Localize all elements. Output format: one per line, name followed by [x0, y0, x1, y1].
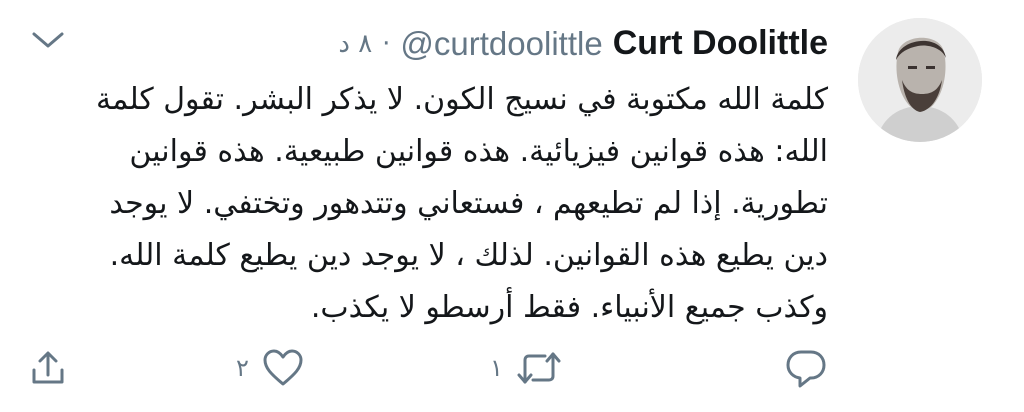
retweet-count: ١	[490, 354, 503, 382]
like-button[interactable]: ٢	[236, 348, 305, 388]
author-name[interactable]: Curt Doolittle	[613, 24, 828, 63]
chevron-down-icon[interactable]	[30, 28, 66, 52]
heart-icon	[263, 349, 303, 386]
tweet-header: ٨ د · @curtdoolittle Curt Doolittle	[338, 24, 828, 63]
tweet-text: كلمة الله مكتوبة في نسيج الكون. لا يذكر …	[28, 74, 828, 334]
timestamp[interactable]: ٨ د	[338, 29, 372, 59]
reply-button[interactable]	[784, 348, 828, 390]
avatar-image	[858, 18, 982, 142]
tweet-card[interactable]: ٨ د · @curtdoolittle Curt Doolittle كلمة…	[0, 0, 1024, 412]
tweet-text-line: وكذب جميع الأنبياء. فقط أرسطو لا يكذب.	[310, 290, 828, 325]
retweet-button[interactable]: ١	[490, 348, 563, 388]
tweet-text-line: دين يطيع هذه القوانين. لذلك ، لا يوجد دي…	[109, 238, 828, 273]
tweet-text-line: تطورية. إذا لم تطيعهم ، فستعاني وتتدهور …	[109, 186, 828, 221]
tweet-text-line: كلمة الله مكتوبة في نسيج الكون. لا يذكر …	[96, 82, 828, 117]
like-count: ٢	[236, 354, 249, 382]
share-icon	[32, 351, 64, 384]
author-handle[interactable]: @curtdoolittle	[400, 25, 602, 63]
action-bar: ٢ ١	[0, 348, 1024, 398]
share-button[interactable]	[28, 348, 68, 388]
retweet-icon	[517, 352, 561, 384]
tweet-text-line: الله: هذه قوانين فيزيائية. هذه قوانين طب…	[129, 134, 828, 169]
avatar[interactable]	[858, 18, 982, 142]
reply-icon	[786, 350, 826, 388]
separator-dot: ·	[382, 28, 391, 59]
